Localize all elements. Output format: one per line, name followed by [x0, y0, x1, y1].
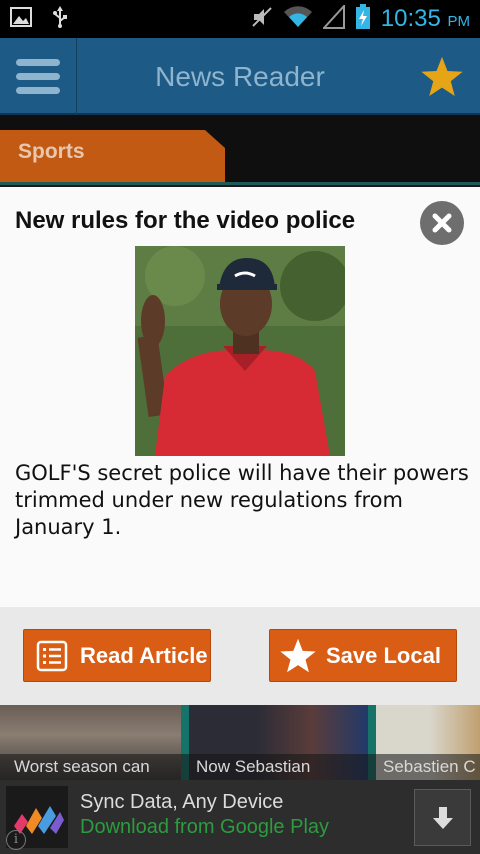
clock-time: 10:35 — [380, 5, 441, 32]
menu-button[interactable] — [0, 38, 77, 115]
wifi-icon — [283, 5, 313, 33]
category-tab-sports[interactable]: Sports — [0, 130, 225, 182]
ad-subtitle: Download from Google Play — [80, 816, 330, 838]
category-label: Sports — [18, 140, 85, 163]
category-bar: Sports — [0, 115, 480, 185]
article-summary: GOLF'S secret police will have their pow… — [15, 461, 469, 539]
action-bar: Read Article Save Local — [0, 607, 480, 705]
hamburger-menu-icon — [16, 59, 60, 66]
article-title: New rules for the video police — [15, 207, 356, 234]
close-icon — [432, 213, 452, 233]
clock-ampm: PM — [447, 13, 471, 30]
ad-download-button[interactable] — [414, 789, 471, 846]
related-article-caption: Now Sebastian — [181, 754, 368, 780]
read-article-button[interactable]: Read Article — [23, 629, 211, 682]
read-article-label: Read Article — [80, 642, 208, 668]
related-articles-strip: Worst season can Now Sebastian Sebastien… — [0, 705, 480, 780]
article-photo — [135, 246, 345, 456]
star-icon — [420, 56, 463, 96]
image-icon — [10, 7, 32, 31]
battery-charging-icon — [355, 4, 371, 34]
signal-icon — [321, 3, 345, 33]
app-screen: 10:35 PM News Reader Sports New rules fo… — [0, 0, 480, 854]
ad-banner[interactable]: Sync Data, Any Device Download from Goog… — [0, 780, 480, 854]
list-document-icon — [24, 640, 80, 672]
info-icon[interactable]: i — [6, 830, 26, 850]
related-article-caption: Sebastien C — [368, 754, 480, 780]
usb-icon — [52, 6, 68, 32]
related-article-item[interactable]: Now Sebastian — [181, 705, 368, 780]
app-title: News Reader — [155, 61, 325, 92]
app-bar: News Reader — [0, 38, 480, 115]
mute-icon — [251, 6, 273, 32]
close-button[interactable] — [420, 201, 464, 245]
related-article-item[interactable]: Sebastien C — [368, 705, 480, 780]
download-arrow-icon — [432, 806, 453, 829]
related-article-item[interactable]: Worst season can — [0, 705, 181, 780]
save-local-button[interactable]: Save Local — [269, 629, 457, 682]
favorites-button[interactable] — [403, 38, 480, 115]
status-clock: 10:35 PM — [381, 5, 470, 33]
article-card: New rules for the video police GOLF'S se… — [0, 187, 480, 607]
status-bar: 10:35 PM — [0, 0, 480, 38]
ad-title: Sync Data, Any Device — [80, 791, 284, 813]
save-local-label: Save Local — [326, 642, 441, 668]
related-article-caption: Worst season can — [0, 754, 181, 780]
star-icon — [270, 638, 326, 674]
